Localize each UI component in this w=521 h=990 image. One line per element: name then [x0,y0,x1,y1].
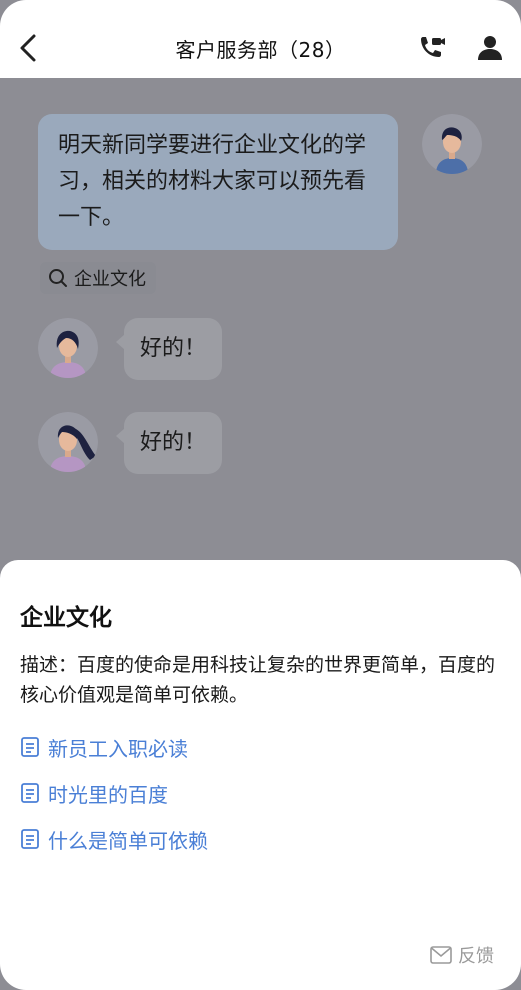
doc-link-label: 新员工入职必读 [48,736,188,761]
feedback-button[interactable]: 反馈 [430,942,494,968]
topic-detail-sheet: 企业文化 描述：百度的使命是用科技让复杂的世界更简单，百度的核心价值观是简单可依… [0,560,521,990]
video-call-icon [421,37,445,57]
avatar-member-2[interactable] [38,412,98,472]
document-icon [21,829,39,849]
search-icon [49,269,67,287]
message-text: 明天新同学要进行企业文化的学习，相关的材料大家可以预先看一下。 [58,133,367,230]
doc-link-label: 时光里的百度 [48,782,168,807]
avatar-member-1[interactable] [38,318,98,378]
chat-area: 明天新同学要进行企业文化的学习，相关的材料大家可以预先看一下。 企业文化 好的！… [0,78,521,568]
mail-icon [430,946,452,964]
document-icon [21,783,39,803]
screen: 客户服务部（28） 明天新同学要进行企业文化的学习，相关的材料大家可以预先看一下… [0,0,521,990]
doc-link-history[interactable]: 时光里的百度 [20,778,168,808]
app-header: 客户服务部（28） [0,0,521,78]
document-icon [21,737,39,757]
feedback-label: 反馈 [458,946,494,967]
message-bubble-member-1[interactable]: 好的！ [116,318,222,380]
avatar-man-icon [422,114,482,174]
group-members-button[interactable] [470,28,510,68]
topic-chip[interactable]: 企业文化 [40,262,156,294]
avatar-woman-icon [38,318,98,378]
doc-link-label: 什么是简单可依赖 [48,828,208,853]
doc-link-simple-reliable[interactable]: 什么是简单可依赖 [20,824,208,854]
message-text: 好的！ [139,336,206,361]
member-icon [478,36,502,60]
topic-chip-label: 企业文化 [74,269,146,290]
avatar-woman-long-hair-icon [38,412,98,472]
message-bubble-self[interactable]: 明天新同学要进行企业文化的学习，相关的材料大家可以预先看一下。 [38,114,398,250]
sheet-title: 企业文化 [20,605,112,631]
video-call-button[interactable] [412,28,452,68]
avatar-self[interactable] [422,114,482,174]
message-bubble-member-2[interactable]: 好的！ [116,412,222,474]
doc-link-onboarding[interactable]: 新员工入职必读 [20,732,188,762]
sheet-description: 描述：百度的使命是用科技让复杂的世界更简单，百度的核心价值观是简单可依赖。 [20,654,496,706]
message-text: 好的！ [139,430,206,455]
